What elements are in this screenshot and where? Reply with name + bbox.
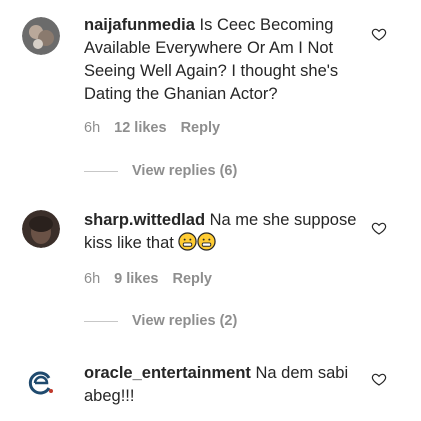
- avatar[interactable]: [22, 17, 60, 55]
- view-replies-label[interactable]: View replies (6): [132, 163, 237, 179]
- reply-button[interactable]: Reply: [172, 271, 212, 287]
- username[interactable]: naijafunmedia: [84, 16, 195, 34]
- likes-count[interactable]: 9 likes: [114, 271, 158, 287]
- reply-button[interactable]: Reply: [181, 120, 221, 136]
- comment-meta: 6h 12 likes Reply: [84, 120, 220, 136]
- grimacing-face-icon: [178, 232, 198, 251]
- avatar[interactable]: [22, 364, 60, 402]
- comment-text: sharp.wittedlad Na me she suppose kiss l…: [84, 209, 366, 255]
- grimacing-face-icon: [197, 232, 217, 251]
- comment-text: oracle_entertainment Na dem sabi abeg!!!: [84, 362, 366, 408]
- view-replies-button[interactable]: View replies (2): [84, 313, 237, 329]
- heart-icon[interactable]: [371, 371, 387, 387]
- view-replies-button[interactable]: View replies (6): [84, 163, 237, 179]
- timestamp: 6h: [84, 120, 101, 136]
- timestamp: 6h: [84, 271, 101, 287]
- comment-text: naijafunmedia Is Ceec Becoming Available…: [84, 14, 366, 106]
- view-replies-label[interactable]: View replies (2): [132, 313, 237, 329]
- avatar[interactable]: [22, 210, 60, 248]
- heart-icon[interactable]: [371, 26, 387, 42]
- likes-count[interactable]: 12 likes: [114, 120, 166, 136]
- divider: [84, 170, 118, 172]
- comment-meta: 6h 9 likes Reply: [84, 271, 212, 287]
- divider: [84, 320, 118, 322]
- username[interactable]: oracle_entertainment: [84, 364, 251, 382]
- username[interactable]: sharp.wittedlad: [84, 211, 205, 229]
- heart-icon[interactable]: [371, 220, 387, 236]
